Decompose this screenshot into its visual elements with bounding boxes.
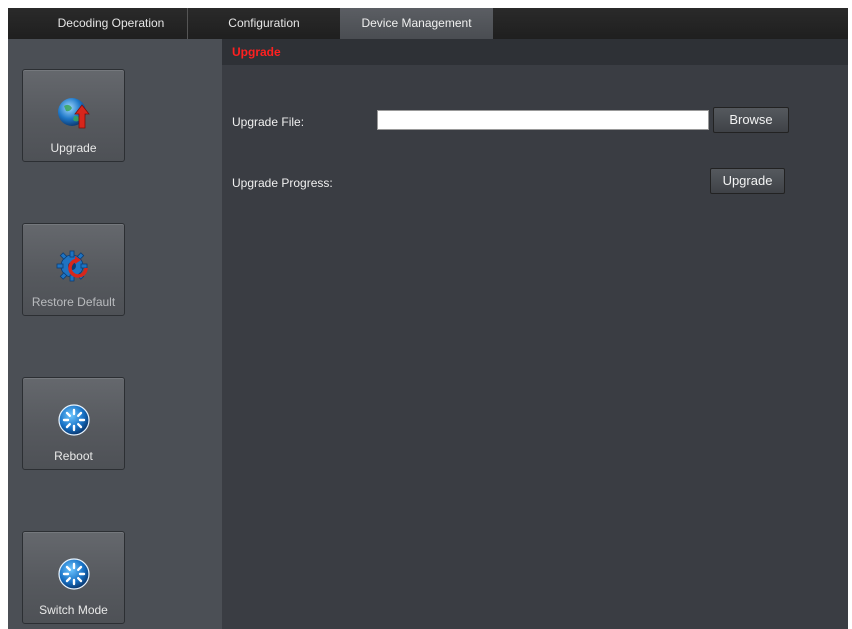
upgrade-progress-label: Upgrade Progress: <box>232 176 333 190</box>
sidebar-item-upgrade[interactable]: Upgrade <box>22 69 125 162</box>
upgrade-file-input[interactable] <box>377 110 709 130</box>
sidebar-item-label: Upgrade <box>50 141 97 155</box>
browse-button[interactable]: Browse <box>713 107 789 133</box>
sidebar-item-label: Switch Mode <box>39 603 108 617</box>
section-title: Upgrade <box>222 39 848 65</box>
gear-restore-icon <box>56 250 88 282</box>
sidebar-item-label: Restore Default <box>31 295 116 309</box>
upgrade-button[interactable]: Upgrade <box>710 168 785 194</box>
sidebar: Upgrade Restore Default Reboot Switch Mo… <box>8 39 222 629</box>
top-tab-bar: Decoding Operation Configuration Device … <box>8 8 848 39</box>
tab-configuration[interactable]: Configuration <box>188 8 340 39</box>
tab-decoding-operation[interactable]: Decoding Operation <box>35 8 188 39</box>
sidebar-item-label: Reboot <box>54 449 93 463</box>
app-window: Decoding Operation Configuration Device … <box>8 8 848 629</box>
switch-mode-icon <box>57 558 90 590</box>
reboot-icon <box>57 404 90 436</box>
upgrade-file-label: Upgrade File: <box>232 115 305 129</box>
tab-device-management[interactable]: Device Management <box>340 8 493 39</box>
main-content: Upgrade Upgrade File: Browse Upgrade Pro… <box>222 39 848 629</box>
sidebar-item-restore-default[interactable]: Restore Default <box>22 223 125 316</box>
sidebar-item-reboot[interactable]: Reboot <box>22 377 125 470</box>
sidebar-item-switch-mode[interactable]: Switch Mode <box>22 531 125 624</box>
globe-upload-icon <box>57 98 90 129</box>
